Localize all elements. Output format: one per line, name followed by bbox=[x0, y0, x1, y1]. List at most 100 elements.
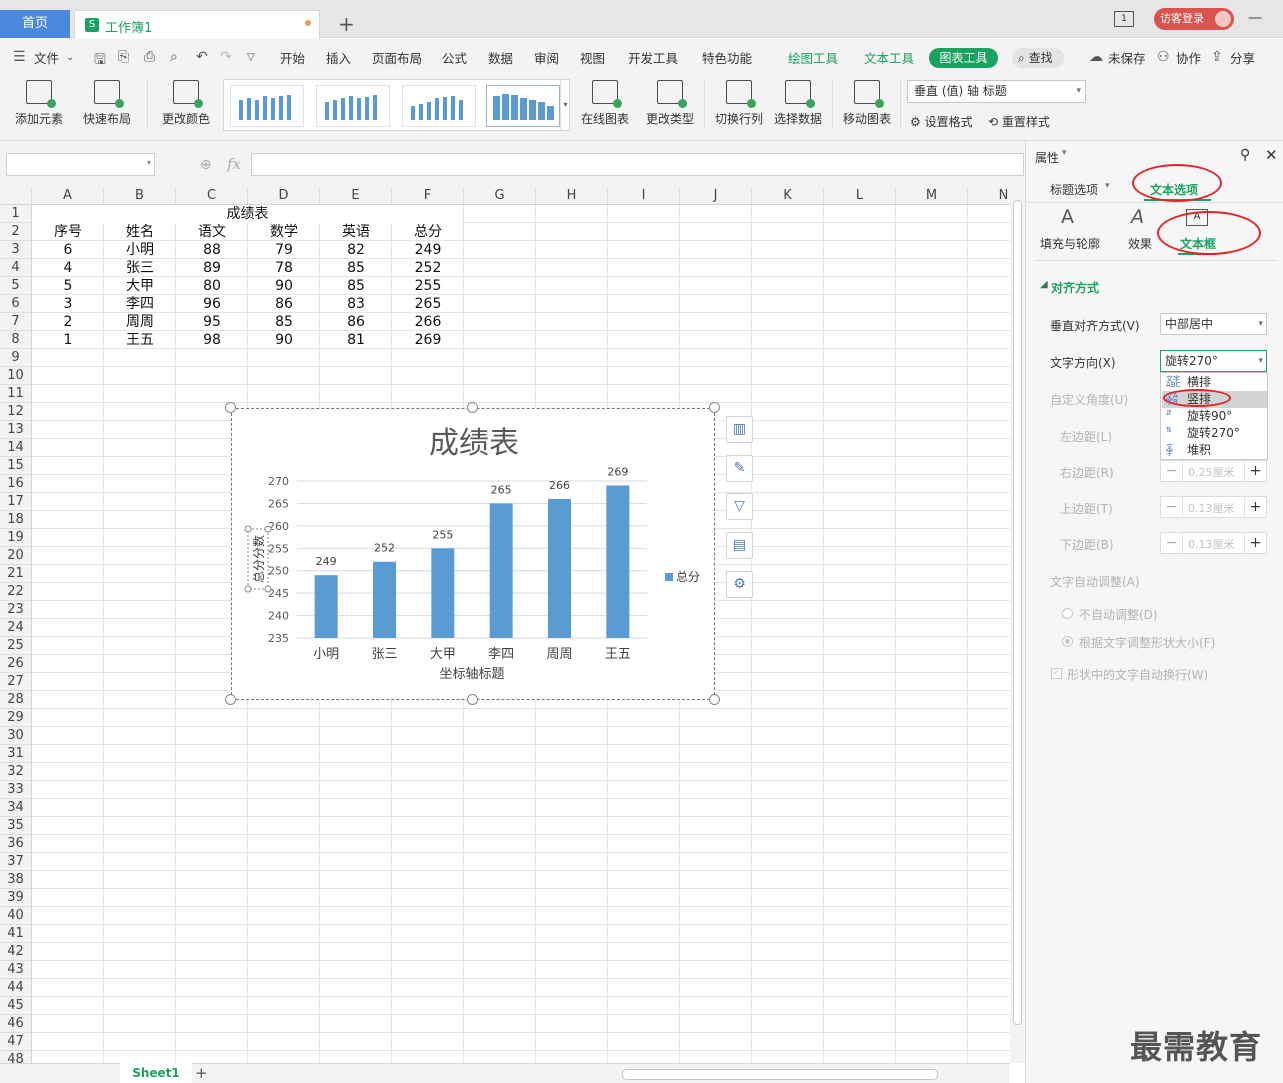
zoom-icon[interactable]: ⊕ bbox=[200, 157, 212, 173]
menu-unsaved[interactable]: 未保存 bbox=[1108, 48, 1146, 67]
row-header[interactable]: 9 bbox=[0, 349, 32, 367]
column-header-h[interactable]: H bbox=[536, 187, 608, 205]
customize-toolbar-icon[interactable]: ▽ bbox=[247, 52, 255, 63]
subtab-fill-outline[interactable]: 填充与轮廓 bbox=[1040, 235, 1100, 252]
menu-chart-tools[interactable]: 图表工具 bbox=[929, 48, 998, 68]
minus-icon[interactable]: − bbox=[1161, 461, 1183, 481]
row-header[interactable]: 20 bbox=[0, 547, 32, 565]
plus-icon[interactable]: + bbox=[1244, 533, 1266, 553]
name-box[interactable] bbox=[6, 153, 155, 176]
menu-start[interactable]: 开始 bbox=[280, 48, 305, 67]
print-icon[interactable]: ⎙ bbox=[144, 49, 155, 65]
chart-style-brush-icon[interactable]: ✎ bbox=[726, 455, 753, 482]
row-header[interactable]: 38 bbox=[0, 871, 32, 889]
row-header[interactable]: 21 bbox=[0, 565, 32, 583]
row-header[interactable]: 32 bbox=[0, 763, 32, 781]
row-header[interactable]: 1 bbox=[0, 205, 32, 223]
row-header[interactable]: 44 bbox=[0, 979, 32, 997]
menu-data[interactable]: 数据 bbox=[488, 48, 513, 67]
row-header[interactable]: 5 bbox=[0, 277, 32, 295]
row-header[interactable]: 33 bbox=[0, 781, 32, 799]
row-header[interactable]: 11 bbox=[0, 385, 32, 403]
tab-title-options[interactable]: 标题选项 bbox=[1050, 181, 1098, 198]
search-button[interactable]: ⌕ 查找 bbox=[1012, 48, 1064, 68]
column-header-f[interactable]: F bbox=[392, 187, 464, 205]
undo-icon[interactable]: ↶ bbox=[196, 49, 208, 65]
change-color-button[interactable]: 更改颜色 bbox=[157, 80, 215, 127]
text-direction-select[interactable]: 旋转270° bbox=[1160, 350, 1267, 372]
chart-style-2[interactable] bbox=[316, 85, 390, 127]
plus-icon[interactable]: + bbox=[1244, 497, 1266, 517]
quick-layout-button[interactable]: 快速布局 bbox=[78, 80, 136, 127]
row-header[interactable]: 3 bbox=[0, 241, 32, 259]
row-header[interactable]: 47 bbox=[0, 1033, 32, 1051]
row-header[interactable]: 17 bbox=[0, 493, 32, 511]
text-direction-dropdown[interactable]: 文字 ABC 横排 文A 字B 竖排 ⇵ 旋转90° ⇅ 旋转270° 文字堆积 bbox=[1160, 372, 1268, 460]
row-header[interactable]: 13 bbox=[0, 421, 32, 439]
resize-handle[interactable] bbox=[467, 694, 478, 705]
row-header[interactable]: 31 bbox=[0, 745, 32, 763]
option-rotate-270[interactable]: ⇅ 旋转270° bbox=[1162, 425, 1267, 442]
chart-filter-icon[interactable]: ▽ bbox=[726, 493, 753, 520]
menu-drawing-tools[interactable]: 绘图工具 bbox=[788, 48, 838, 67]
select-data-button[interactable]: 选择数据 bbox=[772, 80, 824, 127]
minimize-icon[interactable]: — bbox=[1248, 10, 1262, 26]
horizontal-scroll-thumb[interactable] bbox=[622, 1069, 938, 1080]
resize-handle[interactable] bbox=[467, 402, 478, 413]
chart-style-1[interactable] bbox=[230, 85, 304, 127]
column-header-a[interactable]: A bbox=[32, 187, 104, 205]
add-element-button[interactable]: 添加元素 bbox=[10, 80, 68, 127]
row-header[interactable]: 36 bbox=[0, 835, 32, 853]
format-painter-icon[interactable]: ⎘ bbox=[118, 49, 129, 65]
online-chart-button[interactable]: 在线图表 bbox=[576, 80, 634, 127]
radio-resize-shape[interactable] bbox=[1062, 636, 1073, 647]
menu-view[interactable]: 视图 bbox=[580, 48, 605, 67]
column-header-c[interactable]: C bbox=[176, 187, 248, 205]
menu-formula[interactable]: 公式 bbox=[442, 48, 467, 67]
fill-outline-icon[interactable]: A bbox=[1061, 206, 1074, 228]
menu-text-tools[interactable]: 文本工具 bbox=[864, 48, 914, 67]
radio-no-autofit[interactable] bbox=[1062, 608, 1073, 619]
row-header[interactable]: 42 bbox=[0, 943, 32, 961]
chevron-down-icon[interactable]: ▾ bbox=[1105, 181, 1110, 191]
chart-element-select[interactable]: 垂直 (值) 轴 标题 bbox=[907, 80, 1086, 103]
wrap-checkbox[interactable]: ✓ bbox=[1051, 668, 1062, 679]
gallery-scroll-icon[interactable]: ▾ bbox=[560, 80, 570, 130]
column-header-e[interactable]: E bbox=[320, 187, 392, 205]
menu-file[interactable]: 文件 bbox=[34, 48, 59, 67]
row-header[interactable]: 12 bbox=[0, 403, 32, 421]
workbook-tab[interactable]: S 工作簿1 bbox=[74, 10, 320, 39]
formula-input[interactable] bbox=[251, 153, 1024, 176]
change-type-button[interactable]: 更改类型 bbox=[644, 80, 696, 127]
row-header[interactable]: 24 bbox=[0, 619, 32, 637]
row-header[interactable]: 28 bbox=[0, 691, 32, 709]
row-header[interactable]: 45 bbox=[0, 997, 32, 1015]
menu-special[interactable]: 特色功能 bbox=[702, 48, 752, 67]
add-sheet-icon[interactable]: + bbox=[195, 1064, 208, 1082]
row-header[interactable]: 30 bbox=[0, 727, 32, 745]
home-tab[interactable]: 首页 bbox=[0, 10, 70, 38]
bottom-margin-stepper[interactable]: −0.13厘米 + bbox=[1160, 532, 1267, 554]
resize-handle[interactable] bbox=[225, 694, 236, 705]
switch-rowcol-button[interactable]: 切换行列 bbox=[713, 80, 765, 127]
row-header[interactable]: 4 bbox=[0, 259, 32, 277]
row-header[interactable]: 23 bbox=[0, 601, 32, 619]
row-header[interactable]: 48 bbox=[0, 1051, 32, 1063]
menu-review[interactable]: 审阅 bbox=[534, 48, 559, 67]
column-header-j[interactable]: J bbox=[680, 187, 752, 205]
resize-handle[interactable] bbox=[225, 402, 236, 413]
resize-handle[interactable] bbox=[709, 694, 720, 705]
row-header[interactable]: 6 bbox=[0, 295, 32, 313]
option-rotate-90[interactable]: ⇵ 旋转90° bbox=[1162, 408, 1267, 425]
column-header-l[interactable]: L bbox=[824, 187, 896, 205]
column-header-i[interactable]: I bbox=[608, 187, 680, 205]
minus-icon[interactable]: − bbox=[1161, 533, 1183, 553]
menu-share[interactable]: 分享 bbox=[1230, 48, 1255, 67]
row-header[interactable]: 2 bbox=[0, 223, 32, 241]
resize-handle[interactable] bbox=[709, 402, 720, 413]
column-header-g[interactable]: G bbox=[464, 187, 536, 205]
row-header[interactable]: 18 bbox=[0, 511, 32, 529]
row-header[interactable]: 34 bbox=[0, 799, 32, 817]
reset-style-button[interactable]: ⟲ 重置样式 bbox=[988, 113, 1050, 130]
menu-insert[interactable]: 插入 bbox=[326, 48, 351, 67]
